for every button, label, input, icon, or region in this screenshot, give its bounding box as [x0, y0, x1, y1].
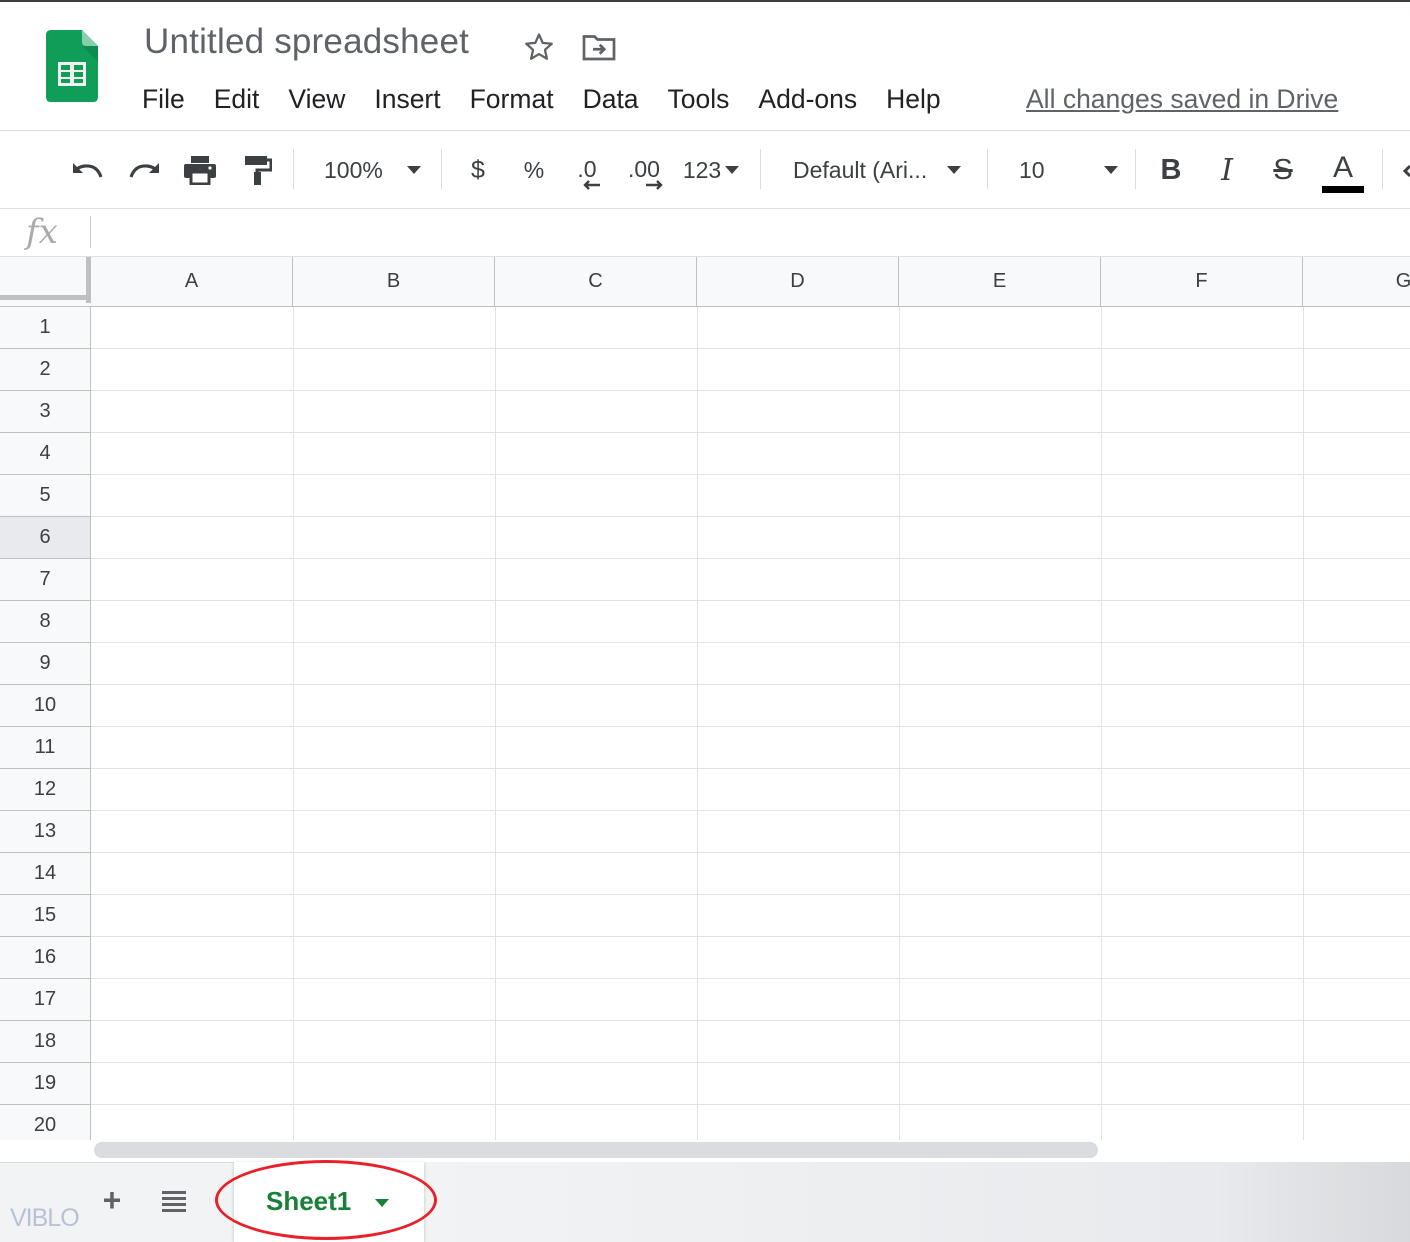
menu-bar: File Edit View Insert Format Data Tools … [142, 80, 970, 118]
redo-button[interactable] [122, 131, 166, 209]
undo-icon [73, 163, 103, 178]
currency-format-button[interactable]: $ [458, 131, 498, 209]
fx-icon: fx [26, 212, 58, 252]
row-header-12[interactable]: 12 [0, 769, 91, 811]
row-header-5[interactable]: 5 [0, 475, 91, 517]
zoom-value: 100% [324, 156, 383, 183]
sheet-tab-label: Sheet1 [266, 1186, 352, 1216]
text-color-button[interactable]: A [1320, 131, 1366, 209]
column-header-g[interactable]: G [1303, 257, 1410, 307]
arrow-left-icon [583, 180, 600, 190]
cell-area[interactable] [91, 307, 1410, 1140]
chevron-down-icon [725, 166, 740, 174]
column-header-e[interactable]: E [899, 257, 1101, 307]
increase-decimal-button[interactable]: .00 [618, 131, 670, 209]
redo-icon [129, 163, 159, 178]
menu-format[interactable]: Format [470, 80, 554, 118]
chevron-down-icon [947, 166, 962, 174]
fill-color-icon [1402, 164, 1410, 178]
number-format-select[interactable]: 123 [676, 131, 746, 209]
menu-data[interactable]: Data [583, 80, 639, 118]
row-header-14[interactable]: 14 [0, 853, 91, 895]
print-icon [184, 156, 216, 185]
toolbar-divider [760, 149, 761, 189]
chevron-down-icon [1103, 166, 1118, 174]
frozen-row-handle[interactable] [0, 295, 92, 300]
row-header-16[interactable]: 16 [0, 937, 91, 979]
column-header-d[interactable]: D [697, 257, 899, 307]
column-header-a[interactable]: A [91, 257, 293, 307]
row-header-19[interactable]: 19 [0, 1063, 91, 1105]
toolbar-divider [987, 149, 988, 189]
row-header-11[interactable]: 11 [0, 727, 91, 769]
row-header-10[interactable]: 10 [0, 685, 91, 727]
font-family-select[interactable]: Default (Ari... [780, 131, 976, 209]
bold-button[interactable]: B [1150, 131, 1192, 209]
sheet-bar-gradient [424, 1162, 1410, 1242]
move-to-folder-icon[interactable] [581, 32, 617, 62]
horizontal-scrollbar[interactable] [94, 1142, 1098, 1158]
chevron-down-icon [406, 166, 421, 174]
menu-addons[interactable]: Add-ons [758, 80, 857, 118]
all-sheets-button[interactable] [160, 1186, 188, 1214]
sheets-logo-icon[interactable] [46, 30, 98, 102]
zoom-select[interactable]: 100% [310, 131, 430, 209]
toolbar-divider [1135, 149, 1136, 189]
column-header-b[interactable]: B [293, 257, 495, 307]
add-sheet-button[interactable]: + [96, 1182, 128, 1218]
toolbar-divider [1382, 149, 1383, 189]
text-color-swatch [1322, 185, 1364, 193]
document-title[interactable]: Untitled spreadsheet [144, 22, 469, 62]
row-header-13[interactable]: 13 [0, 811, 91, 853]
row-header-1[interactable]: 1 [0, 307, 91, 349]
window-top-border [0, 0, 1410, 2]
toolbar-divider [441, 149, 442, 189]
row-header-8[interactable]: 8 [0, 601, 91, 643]
row-header-20[interactable]: 20 [0, 1105, 91, 1140]
column-header-f[interactable]: F [1101, 257, 1303, 307]
print-button[interactable] [178, 131, 222, 209]
strikethrough-button[interactable]: S [1262, 131, 1304, 209]
spreadsheet-grid: ABCDEFG 1 2 3 4 5 6 7 8 9 10 11 12 13 14 15 16 17 18 19 20 [0, 257, 1410, 1140]
percent-format-button[interactable]: % [514, 131, 554, 209]
chevron-down-icon[interactable] [375, 1199, 389, 1207]
fill-color-button[interactable] [1398, 131, 1410, 209]
toolbar: 100% $ % .0 .00 123 Default (Ari... 10 B… [0, 131, 1410, 209]
row-header-7[interactable]: 7 [0, 559, 91, 601]
italic-button[interactable]: I [1206, 131, 1248, 209]
decrease-decimal-button[interactable]: .0 [562, 131, 612, 209]
formula-input[interactable] [96, 210, 1396, 256]
paint-format-icon [245, 156, 272, 185]
watermark-logo: VIBLO [10, 1204, 80, 1232]
toolbar-divider [293, 149, 294, 189]
row-header-4[interactable]: 4 [0, 433, 91, 475]
menu-file[interactable]: File [142, 80, 185, 118]
menu-help[interactable]: Help [886, 80, 941, 118]
menu-insert[interactable]: Insert [374, 80, 440, 118]
row-header-9[interactable]: 9 [0, 643, 91, 685]
column-header-c[interactable]: C [495, 257, 697, 307]
row-header-3[interactable]: 3 [0, 391, 91, 433]
paint-format-button[interactable] [236, 131, 280, 209]
toolbar-divider [0, 208, 1410, 209]
save-status-link[interactable]: All changes saved in Drive [1026, 80, 1338, 118]
sheet-tab-sheet1[interactable]: Sheet1 [234, 1162, 424, 1242]
menu-tools[interactable]: Tools [668, 80, 730, 118]
font-size-select[interactable]: 10 [1004, 131, 1126, 209]
arrow-right-icon [646, 180, 663, 190]
formula-bar-divider [90, 216, 91, 248]
undo-button[interactable] [66, 131, 110, 209]
row-header-18[interactable]: 18 [0, 1021, 91, 1063]
menu-edit[interactable]: Edit [214, 80, 260, 118]
row-header-2[interactable]: 2 [0, 349, 91, 391]
row-header-17[interactable]: 17 [0, 979, 91, 1021]
star-icon[interactable] [521, 30, 557, 64]
row-header-6[interactable]: 6 [0, 517, 91, 559]
row-header-15[interactable]: 15 [0, 895, 91, 937]
list-icon [162, 1191, 186, 1212]
menu-view[interactable]: View [288, 80, 345, 118]
